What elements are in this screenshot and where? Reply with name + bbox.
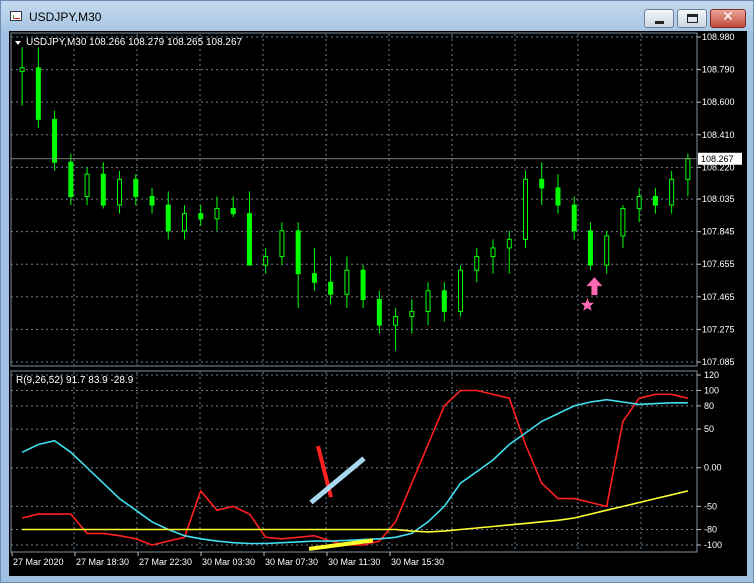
candle-bear [360, 269, 366, 300]
price-axis-label: 108.600 [702, 97, 735, 107]
price-axis-label: 107.655 [702, 259, 735, 269]
candle-bull [604, 235, 610, 266]
indicator-axis-label: 120 [704, 370, 719, 380]
indicator-header: R(9,26,52) 91.7 83.9 -28.9 [16, 375, 134, 386]
chart-client-area[interactable]: 108.980 108.790 108.600 108.410 108.220 108.0… [9, 31, 747, 576]
chart-header: USDJPY,M30 108.266 108.279 108.265 108.2… [26, 37, 243, 48]
candle-bull [490, 247, 496, 258]
annotation-stroke-blue [309, 456, 366, 505]
close-icon: ✕ [722, 9, 734, 25]
chart-window: USDJPY,M30 ✕ 108.980 108.790 108.600 108.41… [0, 0, 754, 583]
candle-bear [165, 204, 171, 232]
candle-bull [19, 67, 25, 72]
candle-bull [182, 213, 187, 232]
price-axis-label: 107.275 [702, 324, 735, 334]
candle-bear [555, 187, 561, 206]
time-axis-label: 27 Mar 18:30 [76, 557, 129, 567]
maximize-icon [687, 14, 698, 23]
time-axis-label: 27 Mar 22:30 [139, 557, 192, 567]
buy-arrow-icon [586, 277, 603, 296]
candle-bull [474, 256, 480, 271]
close-button[interactable]: ✕ [710, 9, 746, 28]
current-price-label: 108.267 [701, 154, 734, 164]
candle-bear [587, 230, 593, 266]
candle-bear [246, 213, 252, 266]
time-axis-label: 30 Mar 15:30 [391, 557, 444, 567]
candle-bull [393, 316, 399, 326]
candle-bull [84, 173, 90, 197]
candle-bull [685, 158, 691, 180]
candle-bull [458, 269, 464, 312]
maximize-button[interactable] [677, 9, 707, 28]
axes: 108.980108.790108.600108.410108.220108.0… [11, 32, 742, 567]
candle-bear [133, 178, 139, 197]
minimize-icon [655, 21, 664, 24]
price-axis-label: 108.980 [702, 32, 735, 42]
main-chart-frame [10, 32, 698, 367]
candle-bear [311, 273, 317, 283]
candle-bull [117, 178, 123, 206]
candle-bear [441, 290, 447, 312]
candle-bear [295, 230, 301, 275]
chart-header-toggle-icon[interactable] [15, 41, 21, 45]
indicator-line [21, 398, 688, 545]
indicator-axis-label: -100 [704, 540, 722, 550]
candle-bear [539, 178, 545, 189]
time-axis-label: 30 Mar 11:30 [328, 557, 380, 567]
candle-bull [344, 269, 350, 295]
indicator-axis-label: -50 [704, 501, 717, 511]
price-axis-label: 108.035 [702, 194, 735, 204]
candle-bull [214, 208, 220, 220]
star-icon [580, 298, 595, 311]
indicator-line [22, 490, 689, 533]
window-title: USDJPY,M30 [29, 10, 102, 24]
indicator-axis-label: 80 [704, 401, 714, 411]
candle-bear [35, 67, 41, 120]
candle-bull [263, 256, 269, 266]
candle-bull [279, 230, 285, 258]
chart-window-icon [10, 11, 22, 21]
candle-bull [425, 290, 431, 312]
time-axis-label: 30 Mar 07:30 [265, 557, 318, 567]
candle-bear [571, 204, 577, 232]
price-axis-label: 108.790 [702, 65, 735, 75]
candle-bull [506, 238, 512, 249]
candle-bull [409, 310, 415, 318]
price-axis-label: 107.085 [702, 357, 735, 367]
price-axis-label: 107.465 [702, 292, 735, 302]
indicator-axis-label: 0.00 [704, 463, 722, 473]
indicator-axis-label: 50 [704, 424, 714, 434]
price-axis-label: 108.410 [702, 130, 735, 140]
indicator-axis-label: 100 [704, 385, 719, 395]
candle-bull [636, 195, 642, 210]
candle-bear [652, 195, 658, 206]
candle-bear [68, 161, 74, 197]
candle-bear [328, 281, 334, 295]
time-axis-label: 30 Mar 03:30 [202, 557, 255, 567]
price-axis-label: 107.845 [702, 227, 735, 237]
time-axis-label: 27 Mar 2020 [13, 557, 64, 567]
candle-bear [149, 195, 155, 206]
indicator-axis-label: -80 [704, 525, 717, 535]
title-bar[interactable]: USDJPY,M30 ✕ [1, 1, 753, 31]
candle-bull [669, 178, 675, 206]
candle-bull [523, 178, 528, 240]
candle-bear [198, 213, 204, 220]
candle-bull [620, 208, 626, 237]
candle-bear [230, 208, 236, 215]
candle-bear [52, 118, 58, 163]
indicator-frame [10, 370, 698, 553]
chart-canvas[interactable]: 108.980108.790108.600108.410108.220108.0… [9, 31, 747, 576]
minimize-button[interactable] [644, 9, 674, 28]
candle-bear [100, 173, 106, 206]
candle-bear [376, 298, 382, 326]
